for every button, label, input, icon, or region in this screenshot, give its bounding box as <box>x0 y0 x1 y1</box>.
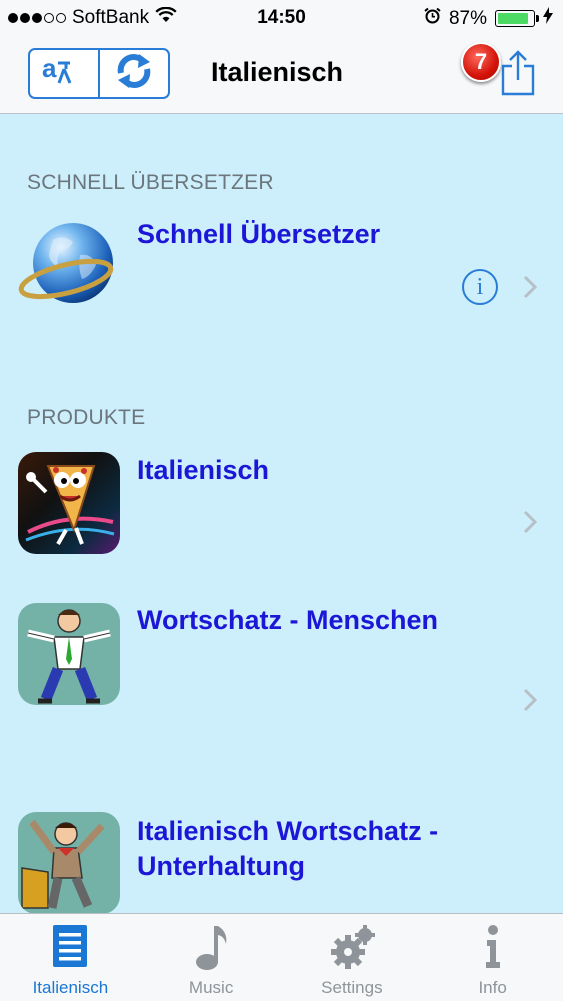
tab-bar: Italienisch Music Settings Info <box>0 913 563 1001</box>
product-title-line-2: Unterhaltung <box>137 851 305 881</box>
status-bar: SoftBank 14:50 87% <box>0 0 563 36</box>
list-icon <box>0 924 141 968</box>
battery-percent: 87% <box>448 7 487 29</box>
alarm-icon <box>424 7 441 30</box>
product-row-wortschatz-menschen[interactable]: Wortschatz - Menschen <box>0 598 563 798</box>
chevron-right-icon <box>522 687 538 718</box>
product-title: Wortschatz - Menschen <box>137 605 439 635</box>
svg-text:a: a <box>42 53 57 83</box>
refresh-icon <box>113 51 155 96</box>
tab-label: Settings <box>321 978 383 997</box>
charging-icon <box>543 7 553 30</box>
info-icon-button[interactable]: i <box>462 269 498 305</box>
navigation-bar: a Italienisch 7 <box>0 36 563 114</box>
gear-icon <box>282 924 423 970</box>
tab-label: Italienisch <box>32 978 109 997</box>
tab-settings[interactable]: Settings <box>282 914 423 1001</box>
director-character-icon <box>18 812 120 914</box>
product-row-italienisch[interactable]: Italienisch <box>0 445 563 575</box>
section-header-quick-translator: SCHNELL ÜBERSETZER <box>27 171 274 194</box>
chevron-right-icon <box>522 509 538 540</box>
product-row-italienisch-wortschatz-unterhaltung[interactable]: Italienisch Wortschatz - Unterhaltung <box>0 808 563 918</box>
globe-icon <box>18 215 120 317</box>
translate-button[interactable]: a <box>30 50 98 97</box>
product-title-line-1: Italienisch Wortschatz - <box>137 816 439 846</box>
quick-translator-title: Schnell Übersetzer <box>137 219 381 249</box>
quick-translator-row[interactable]: Schnell Übersetzer i <box>0 210 563 350</box>
pizza-character-icon <box>18 452 120 554</box>
tab-label: Info <box>478 978 507 997</box>
product-title: Italienisch Wortschatz - Unterhaltung <box>137 814 438 884</box>
refresh-button[interactable] <box>98 50 168 97</box>
tab-label: Music <box>188 978 234 997</box>
music-note-icon <box>141 924 282 972</box>
tab-info[interactable]: Info <box>422 914 563 1001</box>
man-character-icon <box>18 603 120 705</box>
battery-icon <box>495 10 539 27</box>
tab-italienisch[interactable]: Italienisch <box>0 914 141 1001</box>
product-title: Italienisch <box>137 455 270 485</box>
tab-music[interactable]: Music <box>141 914 282 1001</box>
info-icon <box>422 924 563 970</box>
notification-badge[interactable]: 7 <box>461 42 501 82</box>
share-icon <box>500 50 536 100</box>
section-header-products: PRODUKTE <box>27 406 146 429</box>
share-button[interactable] <box>500 50 536 101</box>
segmented-control: a <box>28 48 170 99</box>
translate-icon: a <box>40 53 88 94</box>
page-title: Italienisch <box>211 57 344 87</box>
chevron-right-icon <box>522 274 538 305</box>
